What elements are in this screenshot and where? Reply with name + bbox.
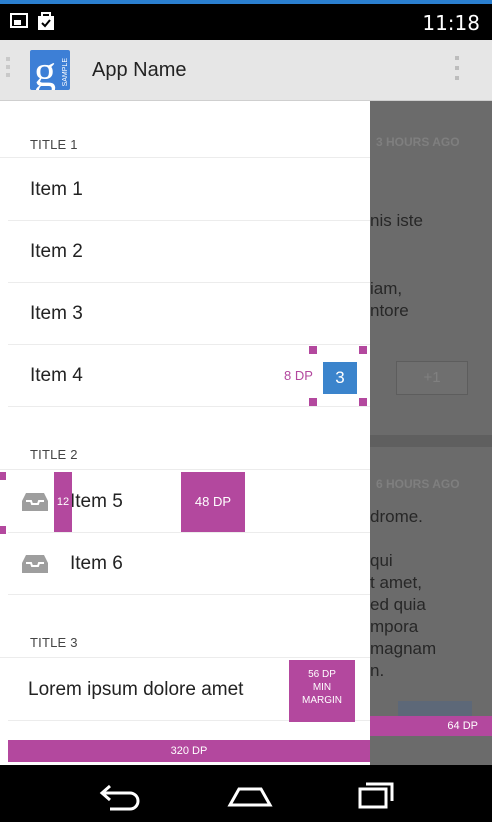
app-icon-letter: g xyxy=(34,50,56,90)
card-text: ntore xyxy=(370,301,409,320)
card-text: mpora xyxy=(370,617,419,636)
drawer-item-label: Item 2 xyxy=(30,241,83,262)
system-navigation-bar xyxy=(0,765,492,822)
spec-min-margin-line: MIN xyxy=(312,682,332,693)
item-count-badge: 3 xyxy=(323,362,357,394)
inbox-icon xyxy=(22,493,48,511)
spec-min-margin-line: 56 DP xyxy=(308,669,336,680)
drawer-indicator-icon[interactable] xyxy=(6,57,10,85)
spec-item-height: 48 DP xyxy=(181,472,245,532)
plus-one-button: +1 xyxy=(396,361,468,395)
section-title: TITLE 1 xyxy=(30,137,78,152)
drawer-item-1[interactable]: Item 1 xyxy=(0,159,370,221)
section-title: TITLE 2 xyxy=(30,447,78,462)
content-scrim[interactable]: 3 HOURS AGO nis iste iam, ntore +1 6 HOU… xyxy=(370,101,492,765)
card-text: iam, xyxy=(370,279,403,298)
card-text: drome. xyxy=(370,507,423,526)
action-bar: g SAMPLE App Name xyxy=(0,40,492,101)
card-text: t amet, xyxy=(370,573,422,592)
divider xyxy=(0,657,370,658)
drawer-item-label: Item 1 xyxy=(30,179,83,200)
drawer-item-6[interactable]: Item 6 xyxy=(0,533,370,595)
spec-handle xyxy=(0,472,6,480)
clock: 11:18 xyxy=(422,11,480,35)
spec-min-margin: 56 DP MIN MARGIN xyxy=(289,660,355,722)
spec-handle xyxy=(309,398,317,406)
spec-handle xyxy=(359,346,367,354)
bag-icon xyxy=(38,12,54,30)
spec-handle xyxy=(359,398,367,406)
spec-min-margin-line: MARGIN xyxy=(302,695,342,706)
spec-handle xyxy=(0,526,6,534)
spec-icon-gap: 12 xyxy=(54,472,72,532)
card-text: qui xyxy=(370,551,393,570)
inbox-icon xyxy=(22,555,48,573)
spec-drawer-width: 320 DP xyxy=(8,740,370,762)
back-icon[interactable] xyxy=(96,777,144,811)
divider xyxy=(8,594,370,595)
drawer-item-label: Lorem ipsum dolore amet xyxy=(28,679,244,700)
divider xyxy=(0,469,370,470)
drawer-item-label: Item 4 xyxy=(30,365,83,386)
spec-badge-margin: 8 DP xyxy=(284,368,313,383)
card-text: magnam xyxy=(370,639,437,658)
card-text: n. xyxy=(370,661,385,680)
spec-right-width: 64 DP xyxy=(370,716,492,736)
card-text: nis iste xyxy=(370,211,423,230)
card-timestamp: 3 HOURS AGO xyxy=(376,135,460,149)
status-bar: 11:18 xyxy=(0,4,492,40)
divider xyxy=(0,157,370,158)
drawer-item-label: Item 6 xyxy=(70,553,123,574)
app-icon-caption: SAMPLE xyxy=(62,57,69,86)
recents-icon[interactable] xyxy=(354,777,402,811)
card-timestamp: 6 HOURS AGO xyxy=(376,477,460,491)
home-icon[interactable] xyxy=(226,777,274,811)
divider xyxy=(8,406,370,407)
section-title: TITLE 3 xyxy=(30,635,78,650)
spec-handle xyxy=(309,346,317,354)
card-text: ed quia xyxy=(370,595,426,614)
overflow-menu-icon[interactable] xyxy=(452,56,462,86)
image-icon xyxy=(10,13,28,28)
drawer-item-label: Item 5 xyxy=(70,491,123,512)
app-icon[interactable]: g SAMPLE xyxy=(30,50,70,90)
app-title: App Name xyxy=(92,59,187,81)
drawer-item-label: Item 3 xyxy=(30,303,83,324)
drawer-item-3[interactable]: Item 3 xyxy=(0,283,370,345)
drawer-item-2[interactable]: Item 2 xyxy=(0,221,370,283)
card-divider xyxy=(370,435,492,447)
